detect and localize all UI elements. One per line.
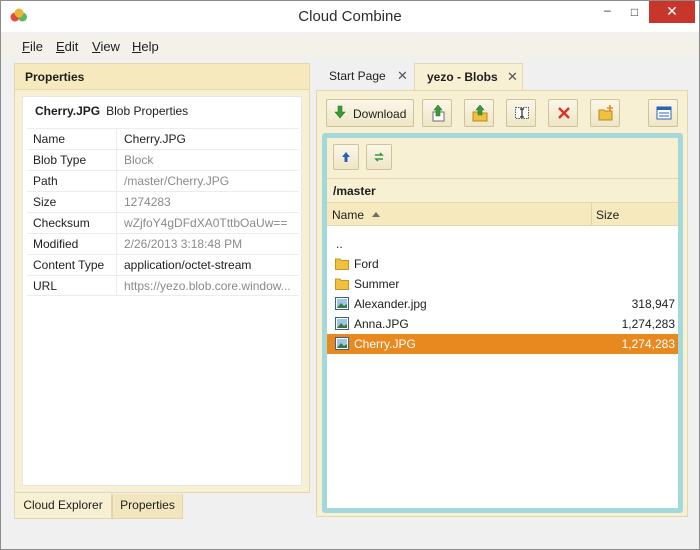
- file-name: Anna.JPG: [354, 317, 409, 331]
- download-arrow-icon: [334, 105, 346, 119]
- current-path: /master: [333, 184, 376, 198]
- file-name: Cherry.JPG: [354, 337, 416, 351]
- file-size: 1,274,283: [621, 337, 675, 351]
- tab-properties[interactable]: Properties: [112, 494, 183, 519]
- menu-file[interactable]: File: [22, 39, 43, 54]
- property-label: Size: [27, 192, 117, 212]
- blob-browser-panel: Download /master Name Size .. Ford Summe…: [316, 90, 688, 517]
- image-file-icon: [335, 337, 349, 350]
- sort-ascending-icon: [372, 212, 380, 217]
- refresh-icon: [374, 152, 384, 162]
- column-header-size[interactable]: Size: [596, 208, 619, 222]
- upload-folder-button[interactable]: [464, 99, 494, 127]
- menu-view[interactable]: View: [92, 39, 120, 54]
- properties-grid: Cherry.JPG Blob Properties Name Cherry.JP…: [22, 96, 302, 486]
- folder-icon: [335, 278, 349, 290]
- tab-cloud-explorer[interactable]: Cloud Explorer: [14, 494, 112, 519]
- tab-label: yezo - Blobs: [427, 70, 498, 84]
- property-label: Name: [27, 129, 117, 149]
- view-toggle-button[interactable]: [648, 99, 678, 127]
- property-row-blob-type[interactable]: Blob Type Block: [27, 149, 299, 170]
- property-label: Checksum: [27, 213, 117, 233]
- blob-list-container: /master Name Size .. Ford Summer Alexand…: [322, 133, 683, 513]
- list-item-file[interactable]: Alexander.jpg 318,947: [327, 294, 678, 314]
- image-file-icon: [335, 297, 349, 310]
- navigation-bar: [327, 138, 678, 178]
- rename-icon: [515, 107, 529, 119]
- new-folder-button[interactable]: [590, 99, 620, 127]
- property-row-size[interactable]: Size 1274283: [27, 191, 299, 212]
- property-row-modified[interactable]: Modified 2/26/2013 3:18:48 PM: [27, 233, 299, 254]
- list-item-file[interactable]: Anna.JPG 1,274,283: [327, 314, 678, 334]
- upload-icon: [432, 105, 445, 122]
- property-row-checksum[interactable]: Checksum wZjfoY4gDFdXA0TttbOaUw==: [27, 212, 299, 233]
- tab-close-icon[interactable]: ✕: [507, 64, 518, 90]
- download-button[interactable]: Download: [326, 99, 414, 127]
- rename-button[interactable]: [506, 99, 536, 127]
- file-name: Ford: [354, 257, 379, 271]
- menu-help[interactable]: Help: [132, 39, 159, 54]
- new-folder-icon: [598, 105, 613, 121]
- property-row-path[interactable]: Path /master/Cherry.JPG: [27, 170, 299, 191]
- panel-title: Properties: [25, 70, 85, 84]
- property-label: URL: [27, 276, 117, 296]
- list-item-folder[interactable]: Ford: [327, 254, 678, 274]
- property-label: Path: [27, 171, 117, 191]
- property-label: Blob Type: [27, 150, 117, 170]
- tab-label: Start Page: [329, 69, 386, 83]
- properties-title: Cherry.JPG Blob Properties: [35, 104, 188, 118]
- list-item-folder[interactable]: Summer: [327, 274, 678, 294]
- delete-icon: [558, 107, 570, 119]
- up-icon: [342, 152, 350, 162]
- refresh-button[interactable]: [366, 144, 392, 170]
- property-value: https://yezo.blob.core.window...: [124, 279, 291, 293]
- tab-start-page[interactable]: Start Page ✕: [319, 63, 411, 90]
- file-name: ..: [336, 237, 343, 251]
- property-row-url[interactable]: URL https://yezo.blob.core.window...: [27, 275, 299, 296]
- properties-panel: Properties Cherry.JPG Blob Properties Nam…: [14, 63, 310, 493]
- property-label: Modified: [27, 234, 117, 254]
- property-value: /master/Cherry.JPG: [124, 174, 230, 188]
- upload-button[interactable]: [422, 99, 452, 127]
- close-button[interactable]: ✕: [649, 1, 695, 23]
- properties-subtitle: Blob Properties: [106, 104, 189, 118]
- image-file-icon: [335, 317, 349, 330]
- property-row-content-type[interactable]: Content Type application/octet-stream: [27, 254, 299, 275]
- navigate-up-button[interactable]: [333, 144, 359, 170]
- delete-button[interactable]: [548, 99, 578, 127]
- menu-edit[interactable]: Edit: [56, 39, 78, 54]
- file-name: Alexander.jpg: [354, 297, 427, 311]
- folder-icon: [335, 258, 349, 270]
- app-window: Cloud Combine – □ ✕ File Edit View Help …: [0, 0, 700, 550]
- property-value: Block: [124, 153, 154, 167]
- tab-close-icon[interactable]: ✕: [397, 63, 408, 89]
- property-value: application/octet-stream: [124, 258, 252, 272]
- file-size: 1,274,283: [621, 317, 675, 331]
- title-bar[interactable]: Cloud Combine – □ ✕: [1, 1, 699, 32]
- property-label: Content Type: [27, 255, 117, 275]
- file-name: Summer: [354, 277, 400, 291]
- view-icon: [656, 106, 672, 120]
- breadcrumb: /master: [327, 178, 678, 202]
- column-header-name[interactable]: Name: [332, 208, 364, 222]
- properties-panel-header: Properties: [15, 64, 309, 90]
- list-item-parent[interactable]: ..: [327, 234, 678, 254]
- properties-file-name: Cherry.JPG: [35, 104, 101, 118]
- property-value: 2/26/2013 3:18:48 PM: [124, 237, 243, 251]
- list-item-file-selected[interactable]: Cherry.JPG 1,274,283: [327, 334, 678, 354]
- property-value: Cherry.JPG: [124, 132, 186, 146]
- property-row-name[interactable]: Name Cherry.JPG: [27, 128, 299, 149]
- column-divider[interactable]: [591, 203, 592, 225]
- menu-bar: File Edit View Help: [1, 34, 699, 58]
- property-value: 1274283: [124, 195, 171, 209]
- upload-folder-icon: [472, 105, 488, 122]
- column-header: Name Size: [327, 202, 678, 226]
- minimize-button[interactable]: –: [594, 1, 621, 23]
- file-size: 318,947: [631, 297, 675, 311]
- download-label: Download: [353, 107, 407, 121]
- property-value: wZjfoY4gDFdXA0TttbOaUw==: [124, 216, 288, 230]
- tab-yezo-blobs[interactable]: yezo - Blobs ✕: [414, 63, 523, 90]
- maximize-button[interactable]: □: [621, 1, 648, 23]
